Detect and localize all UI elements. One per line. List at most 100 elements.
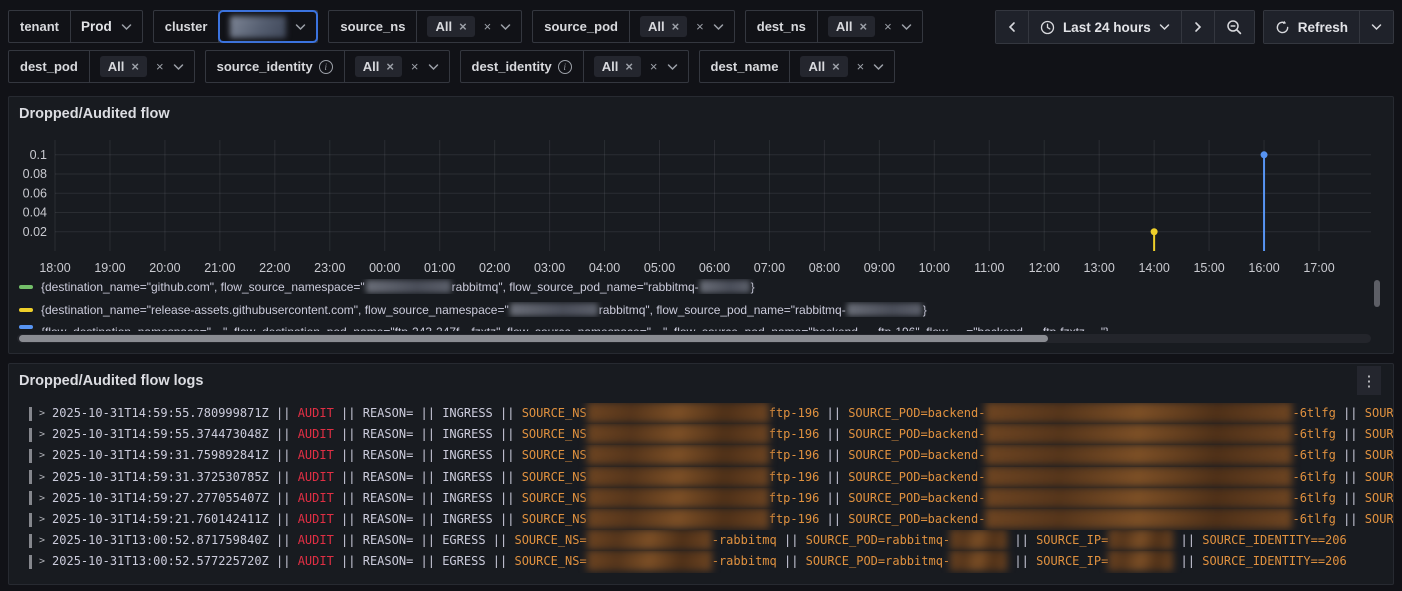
filter-chip[interactable]: All× <box>594 56 641 77</box>
clear-filter-icon[interactable]: × <box>696 20 704 33</box>
chevron-down-icon[interactable] <box>173 58 184 76</box>
filter-value-dropdown[interactable]: All×× <box>790 51 894 82</box>
log-segment: REASON= <box>363 491 414 505</box>
close-icon[interactable]: × <box>386 60 394 73</box>
filter-chip[interactable]: All× <box>800 56 847 77</box>
expand-row-icon[interactable]: > <box>39 429 45 440</box>
filter-value-dropdown[interactable]: All×× <box>818 11 922 42</box>
log-row[interactable]: >2025-10-31T14:59:27.277055407Z || AUDIT… <box>29 488 1393 509</box>
scrollbar-thumb[interactable] <box>19 335 1048 342</box>
log-segment: || <box>493 491 522 505</box>
log-segment: || <box>819 470 848 484</box>
filter-chip[interactable]: All× <box>427 16 474 37</box>
legend-item[interactable]: {destination_name="release-assets.github… <box>19 302 1367 317</box>
filter-value-dropdown[interactable]: All×× <box>345 51 449 82</box>
redacted-value <box>587 445 769 465</box>
log-segment: || <box>269 533 298 547</box>
log-row[interactable]: >2025-10-31T13:00:52.871759840Z || AUDIT… <box>29 530 1393 551</box>
expand-row-icon[interactable]: > <box>39 556 45 567</box>
clear-filter-icon[interactable]: × <box>884 20 892 33</box>
svg-text:09:00: 09:00 <box>864 261 895 275</box>
redacted-value <box>587 488 769 508</box>
filter-value-dropdown[interactable]: Prod <box>71 11 142 42</box>
filter-value-dropdown[interactable]: All×× <box>584 51 688 82</box>
filter-chip[interactable]: All× <box>828 16 875 37</box>
log-segment: 2025-10-31T14:59:21.760142411Z <box>52 512 269 526</box>
clear-filter-icon[interactable]: × <box>484 20 492 33</box>
filter-source_pod: source_podAll×× <box>532 10 735 43</box>
clear-filter-icon[interactable]: × <box>411 60 419 73</box>
log-row[interactable]: >2025-10-31T14:59:21.760142411Z || AUDIT… <box>29 509 1393 530</box>
expand-row-icon[interactable]: > <box>39 408 45 419</box>
legend-item[interactable]: {destination_name="github.com", flow_sou… <box>19 279 1367 294</box>
chevron-down-icon[interactable] <box>121 18 132 36</box>
refresh-button[interactable]: Refresh <box>1264 11 1359 43</box>
expand-row-icon[interactable]: > <box>39 493 45 504</box>
filter-value-dropdown[interactable]: All×× <box>417 11 521 42</box>
log-segment: SOURCE_POD=rabbitmq- <box>806 533 951 547</box>
clear-filter-icon[interactable]: × <box>857 60 865 73</box>
log-segment: || <box>413 554 442 568</box>
log-segment: 2025-10-31T14:59:27.277055407Z <box>52 491 269 505</box>
close-icon[interactable]: × <box>459 20 467 33</box>
close-icon[interactable]: × <box>625 60 633 73</box>
expand-row-icon[interactable]: > <box>39 535 45 546</box>
close-icon[interactable]: × <box>832 60 840 73</box>
close-icon[interactable]: × <box>860 20 868 33</box>
time-shift-forward-button[interactable] <box>1181 11 1214 43</box>
legend-horizontal-scrollbar[interactable] <box>17 334 1371 343</box>
chevron-down-icon[interactable] <box>500 18 511 36</box>
filter-chip[interactable]: All× <box>355 56 402 77</box>
log-segment: SOURCE_POD=backend- <box>848 448 985 462</box>
filter-value-dropdown[interactable]: All × × <box>90 51 194 82</box>
refresh-interval-button[interactable] <box>1359 11 1393 43</box>
time-shift-back-button[interactable] <box>996 11 1028 43</box>
chevron-down-icon[interactable] <box>713 18 724 36</box>
log-segment: || <box>413 427 442 441</box>
filter-chip-label: All <box>108 59 125 74</box>
filter-label: dest_name <box>700 51 791 82</box>
expand-row-icon[interactable]: > <box>39 514 45 525</box>
log-segment: SOURCE_POD=backend- <box>848 512 985 526</box>
redacted-value <box>985 488 1292 508</box>
filter-chip[interactable]: All × <box>100 56 147 77</box>
panel-menu-button[interactable]: ⋮ <box>1357 366 1381 395</box>
expand-row-icon[interactable]: > <box>39 450 45 461</box>
timeseries-chart[interactable]: 0.020.040.060.080.118:0019:0020:0021:002… <box>9 117 1394 277</box>
log-segment: || <box>819 406 848 420</box>
log-row[interactable]: >2025-10-31T13:00:52.577225720Z || AUDIT… <box>29 551 1393 572</box>
log-segment: || <box>334 512 363 526</box>
log-row[interactable]: >2025-10-31T14:59:31.372530785Z || AUDIT… <box>29 467 1393 488</box>
log-segment: SOURCE_NS= <box>514 533 586 547</box>
chevron-down-icon[interactable] <box>667 58 678 76</box>
clear-filter-icon[interactable]: × <box>156 60 164 73</box>
zoom-out-button[interactable] <box>1214 11 1254 43</box>
redacted-value <box>985 424 1292 444</box>
filter-chip[interactable]: All× <box>640 16 687 37</box>
log-segment: SOURCE_POD=backend- <box>848 427 985 441</box>
chevron-down-icon[interactable] <box>901 18 912 36</box>
log-segment: SOURCE_POD=backend- <box>848 491 985 505</box>
filter-value-dropdown[interactable]: All×× <box>630 11 734 42</box>
log-segment: SOURCE_IP= <box>1036 533 1108 547</box>
expand-row-icon[interactable]: > <box>39 472 45 483</box>
chevron-down-icon[interactable] <box>873 58 884 76</box>
log-segment: SOURCE_POD=rabbitmq- <box>806 554 951 568</box>
log-row[interactable]: >2025-10-31T14:59:55.780999871Z || AUDIT… <box>29 403 1393 424</box>
log-segment: SOURCE_IP= <box>1365 470 1393 484</box>
chevron-down-icon[interactable] <box>428 58 439 76</box>
redacted-value <box>366 280 451 293</box>
close-icon[interactable]: × <box>672 20 680 33</box>
log-segment: || <box>269 512 298 526</box>
svg-text:23:00: 23:00 <box>314 261 345 275</box>
clear-filter-icon[interactable]: × <box>650 60 658 73</box>
chevron-down-icon[interactable] <box>295 18 306 36</box>
legend-text: {destination_name="release-assets.github… <box>41 303 509 317</box>
legend-item[interactable]: {flow_destination_namespace="…", flow_de… <box>19 325 1367 331</box>
log-row[interactable]: >2025-10-31T14:59:31.759892841Z || AUDIT… <box>29 445 1393 466</box>
log-row[interactable]: >2025-10-31T14:59:55.374473048Z || AUDIT… <box>29 424 1393 445</box>
close-icon[interactable]: × <box>131 60 139 73</box>
filter-value-dropdown[interactable] <box>220 12 316 41</box>
legend-vertical-scrollbar[interactable] <box>1374 280 1380 307</box>
time-range-button[interactable]: Last 24 hours <box>1028 11 1181 43</box>
